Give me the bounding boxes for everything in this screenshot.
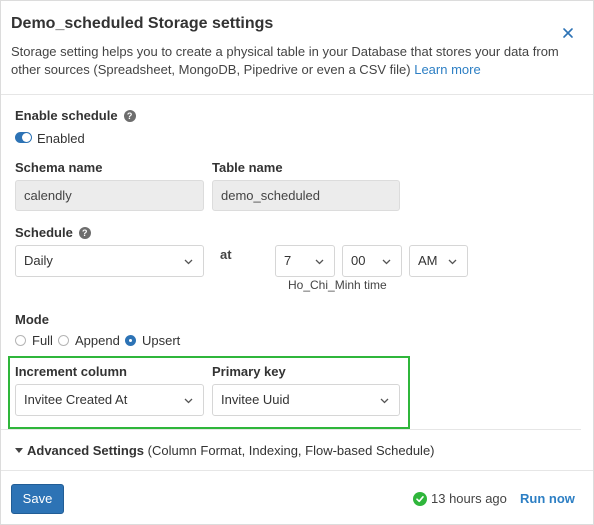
primary-key-select[interactable]: Invitee Uuid xyxy=(212,384,400,416)
mode-radio-append[interactable]: Append xyxy=(58,333,120,348)
chevron-down-icon xyxy=(380,398,389,404)
last-run-time: 13 hours ago xyxy=(431,491,507,506)
ampm-select[interactable]: AM xyxy=(409,245,468,277)
chevron-down-icon xyxy=(448,259,457,265)
chevron-down-icon xyxy=(315,259,324,265)
hour-value: 7 xyxy=(284,253,292,268)
chevron-down-icon xyxy=(184,398,193,404)
minute-select[interactable]: 00 xyxy=(342,245,402,277)
mode-radio-upsert[interactable]: Upsert xyxy=(125,333,180,348)
frequency-value: Daily xyxy=(24,253,53,268)
at-label: at xyxy=(220,247,232,262)
toggle-knob xyxy=(22,133,31,142)
check-circle-icon xyxy=(413,491,427,506)
enable-schedule-toggle[interactable] xyxy=(15,132,32,143)
help-icon[interactable]: ? xyxy=(78,227,91,239)
enable-schedule-text: Enable schedule xyxy=(15,108,118,123)
radio-full-label: Full xyxy=(32,333,53,348)
timezone-text: Ho_Chi_Minh time xyxy=(288,278,387,292)
increment-column-select[interactable]: Invitee Created At xyxy=(15,384,204,416)
schema-name-label: Schema name xyxy=(15,160,103,175)
radio-append-label: Append xyxy=(75,333,120,348)
last-run-status: 13 hours ago xyxy=(413,491,507,506)
modal-footer: Save 13 hours ago Run now xyxy=(1,470,593,525)
save-button[interactable]: Save xyxy=(11,484,64,514)
modal-header: Demo_scheduled Storage settings Storage … xyxy=(1,1,593,95)
modal-title: Demo_scheduled Storage settings xyxy=(11,15,274,32)
minute-value: 00 xyxy=(351,253,366,268)
primary-key-value: Invitee Uuid xyxy=(221,392,290,407)
modal-description: Storage setting helps you to create a ph… xyxy=(11,43,571,79)
schedule-frequency-select[interactable]: Daily xyxy=(15,245,204,277)
schema-name-field[interactable]: calendly xyxy=(15,180,204,211)
toggle-label: Enabled xyxy=(37,131,85,146)
learn-more-link[interactable]: Learn more xyxy=(414,62,480,77)
table-name-label: Table name xyxy=(212,160,283,175)
mode-label: Mode xyxy=(15,312,49,327)
ampm-value: AM xyxy=(418,253,438,268)
storage-settings-modal: Demo_scheduled Storage settings Storage … xyxy=(0,0,594,525)
caret-down-icon xyxy=(15,448,23,453)
advanced-settings-section: Advanced Settings (Column Format, Indexi… xyxy=(1,429,581,469)
advanced-settings-toggle[interactable]: Advanced Settings (Column Format, Indexi… xyxy=(15,443,435,458)
radio-upsert-dot xyxy=(125,335,136,346)
primary-key-label: Primary key xyxy=(212,364,286,379)
increment-column-label: Increment column xyxy=(15,364,127,379)
enable-schedule-label: Enable schedule? xyxy=(15,108,136,123)
radio-append-dot xyxy=(58,335,69,346)
increment-column-value: Invitee Created At xyxy=(24,392,128,407)
help-icon[interactable]: ? xyxy=(123,110,136,122)
hour-select[interactable]: 7 xyxy=(275,245,335,277)
table-name-field[interactable]: demo_scheduled xyxy=(212,180,400,211)
mode-radio-full[interactable]: Full xyxy=(15,333,53,348)
advanced-settings-label: Advanced Settings xyxy=(27,443,145,458)
run-now-button[interactable]: Run now xyxy=(520,491,575,506)
advanced-settings-hint: (Column Format, Indexing, Flow-based Sch… xyxy=(147,443,435,458)
schedule-label: Schedule? xyxy=(15,225,91,240)
radio-full-dot xyxy=(15,335,26,346)
chevron-down-icon xyxy=(184,259,193,265)
radio-upsert-label: Upsert xyxy=(142,333,181,348)
close-icon[interactable] xyxy=(560,25,576,41)
schedule-text: Schedule xyxy=(15,225,73,240)
chevron-down-icon xyxy=(382,259,391,265)
